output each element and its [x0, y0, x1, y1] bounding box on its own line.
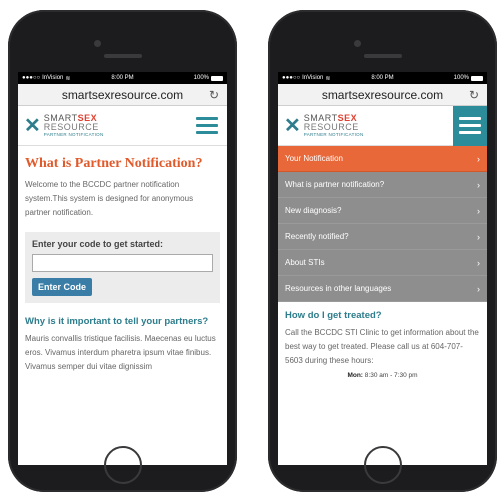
url-field[interactable]: smartsexresource.com: [62, 88, 183, 102]
nav-item-resources-other-languages[interactable]: Resources in other languages ›: [278, 276, 487, 302]
logo-line3: PARTNER NOTIFICATION: [303, 131, 364, 137]
intro-text: Welcome to the BCCDC partner notificatio…: [25, 180, 194, 217]
section-title: Why is it important to tell your partner…: [25, 316, 209, 327]
reload-icon[interactable]: ↻: [469, 88, 479, 102]
site-header: ✕ SMARTSEX RESOURCE PARTNER NOTIFICATION: [278, 105, 487, 146]
status-bar: ●●●○○ InVision ≋ 8:00 PM 100%: [278, 72, 487, 84]
battery-percent: 100%: [193, 75, 209, 81]
menu-bar-icon: [459, 131, 481, 134]
battery-percent: 100%: [453, 75, 469, 81]
wifi-icon: ≋: [65, 75, 71, 82]
logo-text: SMARTSEX RESOURCE PARTNER NOTIFICATION: [303, 113, 364, 138]
page-title: What is Partner Notification?: [25, 156, 203, 171]
enter-code-button[interactable]: Enter Code: [32, 278, 93, 296]
logo-line2: RESOURCE: [303, 121, 359, 132]
wifi-icon: ≋: [325, 75, 331, 82]
carrier-name: InVision: [42, 75, 64, 81]
site-header: ✕ SMARTSEX RESOURCE PARTNER NOTIFICATION: [18, 106, 227, 146]
code-entry-box: Enter your code to get started: Enter Co…: [25, 232, 220, 303]
logo-x-icon: ✕: [284, 114, 301, 137]
reload-icon[interactable]: ↻: [209, 88, 219, 102]
nav-item-label: Your Notification: [285, 154, 343, 163]
nav-item-your-notification[interactable]: Your Notification ›: [278, 146, 487, 172]
section-body: Mauris convallis tristique facilisis. Ma…: [25, 334, 216, 371]
nav-item-new-diagnosis[interactable]: New diagnosis? ›: [278, 198, 487, 224]
treatment-section: How do I get treated? Call the BCCDC STI…: [278, 302, 487, 387]
carrier-name: InVision: [302, 75, 324, 81]
hamburger-menu-button[interactable]: [193, 112, 221, 140]
section-title: How do I get treated?: [285, 310, 382, 321]
carrier: ●●●○○ InVision ≋: [22, 75, 70, 82]
signal-dots-icon: ●●●○○: [282, 75, 301, 81]
logo-line2: RESOURCE: [43, 121, 99, 132]
logo-line3: PARTNER NOTIFICATION: [43, 131, 104, 137]
phone-frame-right: ●●●○○ InVision ≋ 8:00 PM 100% smartsexre…: [268, 10, 497, 492]
nav-item-label: New diagnosis?: [285, 206, 342, 215]
camera: [354, 40, 361, 47]
nav-item-label: About STIs: [285, 258, 325, 267]
battery: 100%: [454, 75, 483, 81]
status-bar: ●●●○○ InVision ≋ 8:00 PM 100%: [18, 72, 227, 84]
clinic-hours: Mon: 8:30 am - 7:30 pm: [347, 372, 418, 379]
battery-icon: [211, 75, 223, 81]
section-body: Call the BCCDC STI Clinic to get informa…: [285, 328, 479, 365]
url-field[interactable]: smartsexresource.com: [322, 88, 443, 102]
speaker: [364, 54, 402, 58]
site-logo[interactable]: ✕ SMARTSEX RESOURCE PARTNER NOTIFICATION: [284, 113, 364, 138]
logo-x-icon: ✕: [24, 114, 41, 137]
chevron-right-icon: ›: [477, 205, 480, 216]
chevron-right-icon: ›: [477, 283, 480, 294]
nav-item-what-is-partner-notification[interactable]: What is partner notification? ›: [278, 172, 487, 198]
home-button[interactable]: [364, 446, 402, 484]
screen-left: ●●●○○ InVision ≋ 8:00 PM 100% smartsexre…: [18, 72, 227, 465]
nav-item-about-stis[interactable]: About STIs ›: [278, 250, 487, 276]
site-logo[interactable]: ✕ SMARTSEX RESOURCE PARTNER NOTIFICATION: [24, 113, 104, 138]
logo-text: SMARTSEX RESOURCE PARTNER NOTIFICATION: [43, 113, 104, 138]
speaker: [104, 54, 142, 58]
chevron-right-icon: ›: [477, 179, 480, 190]
nav-menu: Your Notification › What is partner noti…: [278, 146, 487, 302]
chevron-right-icon: ›: [477, 153, 480, 164]
address-bar[interactable]: smartsexresource.com ↻: [278, 84, 487, 106]
code-label: Enter your code to get started:: [32, 239, 164, 249]
battery-icon: [471, 75, 483, 81]
address-bar[interactable]: smartsexresource.com ↻: [18, 84, 227, 106]
signal-dots-icon: ●●●○○: [22, 75, 41, 81]
nav-item-recently-notified[interactable]: Recently notified? ›: [278, 224, 487, 250]
menu-bar-icon: [459, 117, 481, 120]
phone-frame-left: ●●●○○ InVision ≋ 8:00 PM 100% smartsexre…: [8, 10, 237, 492]
chevron-right-icon: ›: [477, 231, 480, 242]
menu-bar-icon: [459, 124, 481, 127]
menu-bar-icon: [196, 131, 218, 134]
camera: [94, 40, 101, 47]
home-button[interactable]: [104, 446, 142, 484]
chevron-right-icon: ›: [477, 257, 480, 268]
carrier: ●●●○○ InVision ≋: [282, 75, 330, 82]
battery: 100%: [194, 75, 223, 81]
nav-item-label: Recently notified?: [285, 232, 349, 241]
nav-item-label: What is partner notification?: [285, 180, 385, 189]
menu-bar-icon: [196, 124, 218, 127]
hamburger-menu-button-active[interactable]: [453, 105, 487, 146]
code-input[interactable]: [32, 254, 213, 272]
main-content: What is Partner Notification? Welcome to…: [18, 146, 227, 384]
nav-item-label: Resources in other languages: [285, 284, 392, 293]
menu-bar-icon: [196, 117, 218, 120]
screen-right: ●●●○○ InVision ≋ 8:00 PM 100% smartsexre…: [278, 72, 487, 465]
